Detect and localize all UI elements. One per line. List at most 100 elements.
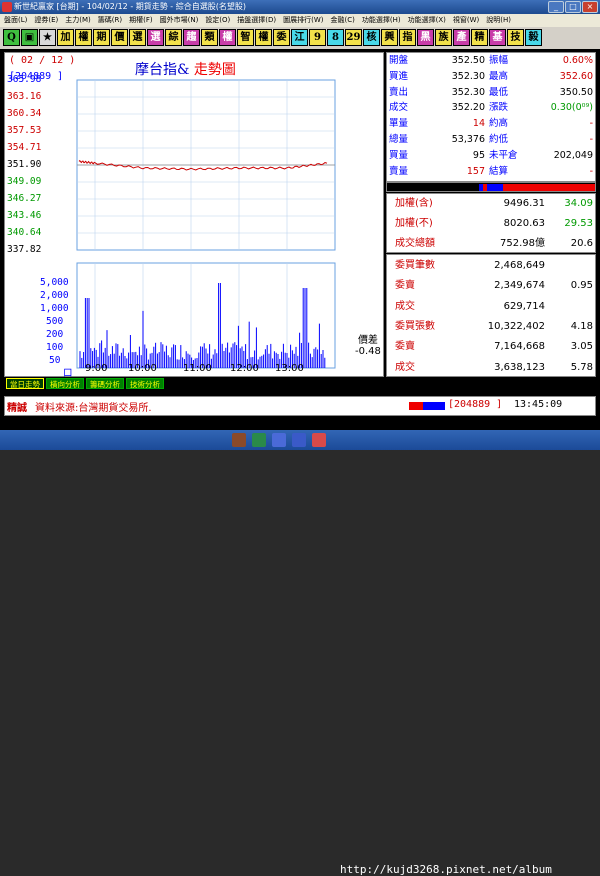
time-axis-label: 12:00 xyxy=(230,363,259,374)
menu-item[interactable]: 功能選擇(H) xyxy=(362,16,401,24)
taskbar-app-icon[interactable] xyxy=(252,433,266,447)
toolbar-button[interactable]: 族 xyxy=(435,29,452,46)
price-axis-label: 346.27 xyxy=(7,193,42,204)
status-indicator xyxy=(409,402,445,410)
toolbar-button[interactable]: 權 xyxy=(75,29,92,46)
index-label: 加權(含) xyxy=(395,198,433,209)
toolbar-button[interactable]: 權 xyxy=(255,29,272,46)
tab-2[interactable]: 籌碼分析 xyxy=(86,378,124,389)
quote-row: 成交 352.20 漲跌 0.30(0⁰⁹) xyxy=(387,102,597,114)
app-window: 新世紀贏家 [台期] - 104/02/12 - 期貨走勢 - 綜合自選股(名望… xyxy=(0,0,600,876)
menu-item[interactable]: 視窗(W) xyxy=(453,16,479,24)
menu-item[interactable]: 期權(F) xyxy=(129,16,153,24)
taskbar-app-icon[interactable] xyxy=(292,433,306,447)
toolbar-button[interactable]: 毅 xyxy=(525,29,542,46)
tab-3[interactable]: 技術分析 xyxy=(126,378,164,389)
toolbar-button[interactable]: 選 xyxy=(147,29,164,46)
toolbar-button[interactable]: 江 xyxy=(291,29,308,46)
toolbar-button[interactable]: 產 xyxy=(453,29,470,46)
quote-label: 單量 xyxy=(389,118,409,130)
toolbar: Q ▣ ★ 加權期價選選綜趨類權智權委江 9 8 29 核興指黑族產精基技毅 xyxy=(0,27,600,49)
taskbar-app-icon[interactable] xyxy=(272,433,286,447)
toolbar-button[interactable]: 委 xyxy=(273,29,290,46)
index-label: 加權(不) xyxy=(395,218,433,229)
quote-label: 總量 xyxy=(389,134,409,145)
toolbar-button[interactable]: 加 xyxy=(57,29,74,46)
menu-item[interactable]: 金融(C) xyxy=(331,16,355,24)
quote-label: 未平倉 xyxy=(489,149,518,161)
menu-item[interactable]: 說明(H) xyxy=(486,16,511,24)
toolbar-button[interactable]: Q xyxy=(3,29,20,46)
toolbar-button[interactable]: 智 xyxy=(237,29,254,46)
toolbar-button[interactable]: 29 xyxy=(345,29,362,46)
toolbar-button[interactable]: 綜 xyxy=(165,29,182,46)
order-value: 2,349,674 xyxy=(494,280,545,292)
menu-item[interactable]: 描盤選擇(D) xyxy=(237,16,276,24)
order-row: 成交 629,714 xyxy=(387,297,597,317)
menu-item[interactable]: 國外市場(N) xyxy=(160,16,199,24)
quote-label: 約低 xyxy=(489,134,509,145)
menu-item[interactable]: 設定(O) xyxy=(205,16,230,24)
menu-item[interactable]: 籌碼(R) xyxy=(98,16,122,24)
toolbar-button[interactable]: 興 xyxy=(381,29,398,46)
taskbar-app-icon[interactable] xyxy=(312,433,326,447)
order-row: 成交 3,638,123 5.78 xyxy=(387,358,597,378)
maximize-button[interactable]: □ xyxy=(565,1,581,13)
toolbar-button[interactable]: ▣ xyxy=(21,29,38,46)
toolbar-button[interactable]: 精 xyxy=(471,29,488,46)
minimize-button[interactable]: _ xyxy=(548,1,564,13)
quote-value: 352.30 xyxy=(451,86,485,98)
quote-label: 最低 xyxy=(489,86,509,98)
menu-item[interactable]: 圖展排行(W) xyxy=(283,16,323,24)
quote-panel: 開盤 352.50 振幅 0.60% 買進 352.30 最高 352.60 賣出 352.30 最… xyxy=(386,52,596,182)
quote-label: 賣量 xyxy=(389,165,409,177)
tab-0[interactable]: 當日走勢 xyxy=(6,378,44,389)
time-axis-label: 9:00 xyxy=(85,363,108,374)
close-button[interactable]: × xyxy=(582,1,598,13)
quote-value: 352.30 xyxy=(451,70,485,82)
toolbar-button[interactable]: 類 xyxy=(201,29,218,46)
toolbar-button[interactable]: 選 xyxy=(129,29,146,46)
quote-row: 單量 14 約高 - xyxy=(387,118,597,130)
toolbar-button[interactable]: 權 xyxy=(219,29,236,46)
menu-item[interactable]: 盤面(L) xyxy=(4,16,27,24)
order-row: 委買張數 10,322,402 4.18 xyxy=(387,317,597,337)
price-axis-label: 365.98 xyxy=(7,74,42,85)
time-axis-label: 10:00 xyxy=(128,363,157,374)
toolbar-button[interactable]: 期 xyxy=(93,29,110,46)
quote-value: 157 xyxy=(466,165,485,177)
toolbar-button[interactable]: 基 xyxy=(489,29,506,46)
time-axis-label: 13:00 xyxy=(275,363,304,374)
menu-item[interactable]: 主力(M) xyxy=(65,16,91,24)
quote-row: 賣出 352.30 最低 350.50 xyxy=(387,87,597,99)
order-value: 10,322,402 xyxy=(487,320,545,332)
toolbar-button[interactable]: 趨 xyxy=(183,29,200,46)
quote-value: - xyxy=(589,134,593,145)
index-row: 加權(不) 8020.63 29.53 xyxy=(387,214,597,233)
toolbar-button[interactable]: 9 xyxy=(309,29,326,46)
price-axis-label: 349.09 xyxy=(7,176,42,187)
tab-1[interactable]: 橫向分析 xyxy=(46,378,84,389)
price-axis-label: 337.82 xyxy=(7,244,42,255)
taskbar-app-icon[interactable] xyxy=(232,433,246,447)
menu-item[interactable]: 證券(E) xyxy=(34,16,58,24)
quote-value: 350.50 xyxy=(559,86,593,98)
toolbar-button[interactable]: 價 xyxy=(111,29,128,46)
toolbar-button[interactable]: 8 xyxy=(327,29,344,46)
status-broker: 精誠 xyxy=(7,403,27,414)
quote-value: 352.20 xyxy=(451,102,485,114)
toolbar-button[interactable]: 黑 xyxy=(417,29,434,46)
toolbar-button[interactable]: ★ xyxy=(39,29,56,46)
volume-axis-label: 50 xyxy=(49,355,61,366)
toolbar-button[interactable]: 技 xyxy=(507,29,524,46)
order-value: 2,468,649 xyxy=(494,260,545,271)
quote-row: 買進 352.30 最高 352.60 xyxy=(387,71,597,83)
toolbar-button[interactable]: 指 xyxy=(399,29,416,46)
price-axis-label: 357.53 xyxy=(7,125,42,136)
index-panel: 加權(含) 9496.31 34.09 加權(不) 8020.63 29.53 成交總額 75… xyxy=(386,193,596,253)
menu-item[interactable]: 功能選擇(X) xyxy=(408,16,446,24)
toolbar-button[interactable]: 核 xyxy=(363,29,380,46)
volume-axis-label: 200 xyxy=(46,329,64,340)
price-axis-label: 343.46 xyxy=(7,210,42,221)
quote-label: 買進 xyxy=(389,70,409,82)
